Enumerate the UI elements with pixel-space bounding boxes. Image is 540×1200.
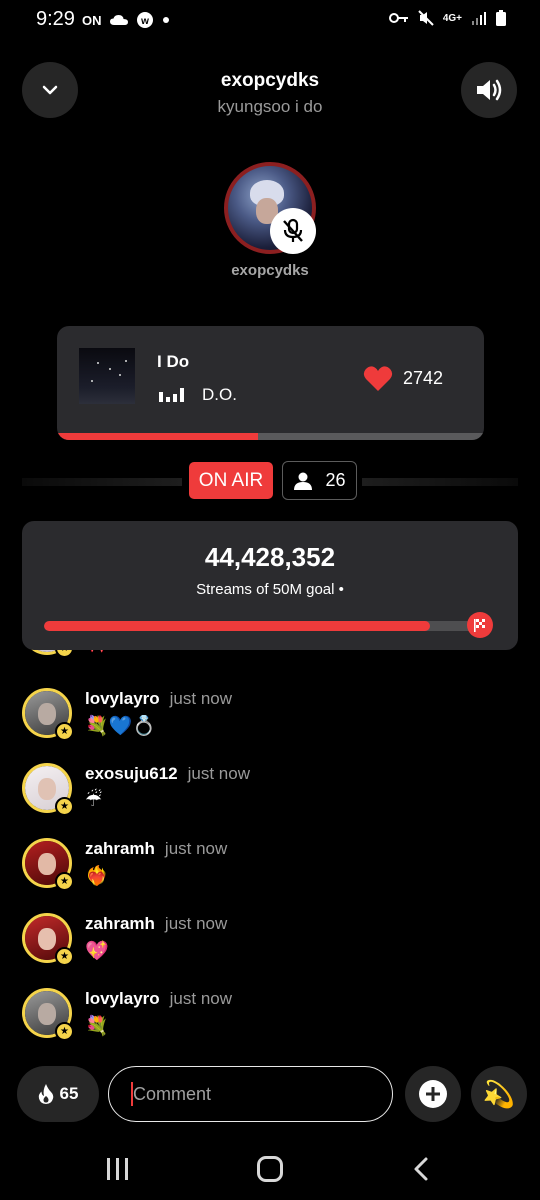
battery-icon <box>496 10 506 26</box>
comment-item: ★ lovylayro just now 💐 <box>0 988 540 1060</box>
recents-icon[interactable] <box>107 1158 128 1180</box>
comment-time: just now <box>169 689 233 708</box>
room-subtitle: kyungsoo i do <box>217 97 323 116</box>
track-progress-bar[interactable] <box>57 433 484 440</box>
on-indicator: ON <box>82 12 102 28</box>
comment-author: zahramh just now <box>85 839 227 859</box>
comment-item: ★ lovylayro just now 💐💙💍 <box>0 688 540 763</box>
finish-flag-icon <box>467 612 493 638</box>
comment-feed[interactable]: ★ 🎀 ★ lovylayrojust now 💐💙💍 ★ exosuju612… <box>0 620 540 1060</box>
cloud-icon <box>109 15 128 25</box>
fire-button[interactable]: 65 <box>17 1066 99 1122</box>
star-badge-icon: ★ <box>55 872 74 891</box>
heart-icon[interactable] <box>363 365 393 392</box>
host-name: exopcydks <box>231 262 309 279</box>
like-count: 2742 <box>403 368 444 388</box>
network-label: 4G+ <box>442 12 462 24</box>
now-playing-card[interactable]: I Do D.O. 2742 <box>57 326 484 440</box>
sparkle-button[interactable]: 💫 <box>471 1066 527 1122</box>
divider-right <box>362 478 518 486</box>
goal-progress-bar <box>44 621 478 631</box>
signal-icon <box>472 12 486 25</box>
mute-icon <box>418 10 434 26</box>
sparkle-icon: 💫 <box>482 1078 516 1109</box>
room-title: exopcydks <box>220 70 320 91</box>
listener-count: 26 <box>325 470 346 490</box>
star-badge-icon: ★ <box>55 947 74 966</box>
comment-input[interactable] <box>108 1066 393 1122</box>
comment-username[interactable]: exosuju612 <box>85 764 178 783</box>
status-bar: 9:29 ON w 4G+ <box>0 0 540 40</box>
goal-progress-fill <box>44 621 430 631</box>
comment-message: 💐💙💍 <box>85 716 156 737</box>
comment-author: exosuju612 just now <box>85 764 250 784</box>
plus-icon <box>419 1080 447 1108</box>
comment-time: just now <box>169 989 233 1008</box>
text-caret <box>131 1082 133 1106</box>
status-time: 9:29 <box>36 8 75 30</box>
equalizer-icon <box>159 388 184 402</box>
stream-goal-card: 44,428,352 Streams of 50M goal • <box>22 521 518 650</box>
comment-username[interactable]: zahramh <box>85 914 155 933</box>
comment-item: ★ zahramh just now 💖 <box>0 913 540 988</box>
status-right-icons: 4G+ <box>388 10 506 26</box>
on-air-badge: ON AIR <box>189 462 273 499</box>
home-icon[interactable] <box>257 1156 283 1182</box>
comment-item: ★ exosuju612 just now ☔ <box>0 763 540 838</box>
comment-author: lovylayro just now <box>85 989 232 1009</box>
comment-time: just now <box>164 914 228 933</box>
track-artist: D.O. <box>202 385 237 404</box>
stream-count: 44,428,352 <box>204 542 336 572</box>
comment-author: zahramh just now <box>85 914 227 934</box>
track-progress-fill <box>57 433 258 440</box>
mic-off-icon <box>283 218 303 242</box>
fire-count: 65 <box>59 1084 79 1103</box>
mic-muted-badge <box>270 208 316 254</box>
add-button[interactable] <box>405 1066 461 1122</box>
comment-message: 💖 <box>85 941 109 962</box>
comment-username[interactable]: lovylayro <box>85 989 160 1008</box>
star-badge-icon: ★ <box>55 797 74 816</box>
comment-message: ❤️‍🔥 <box>85 866 109 887</box>
track-title: I Do <box>157 352 190 371</box>
comment-username[interactable]: lovylayro <box>85 689 160 708</box>
comment-message: 💐 <box>85 1016 109 1037</box>
divider-left <box>22 478 182 486</box>
goal-label: Streams of 50M goal • <box>196 581 344 598</box>
comment-username[interactable]: zahramh <box>85 839 155 858</box>
app-badge-icon: w <box>136 12 153 28</box>
back-icon[interactable] <box>412 1156 430 1182</box>
album-art <box>79 348 135 404</box>
key-icon <box>388 13 408 23</box>
comment-item: ★ zahramh just now ❤️‍🔥 <box>0 838 540 913</box>
comment-time: just now <box>164 839 228 858</box>
dot-icon <box>162 17 169 23</box>
star-badge-icon: ★ <box>55 1022 74 1041</box>
speaker-icon <box>477 79 502 101</box>
comment-author: lovylayro just now <box>85 689 232 709</box>
star-badge-icon: ★ <box>55 722 74 741</box>
system-nav-bar <box>0 1140 540 1200</box>
status-left-icons: ON w <box>82 11 170 29</box>
volume-button[interactable] <box>461 62 517 118</box>
listener-count-pill[interactable]: 26 <box>282 461 357 500</box>
comment-time: just now <box>187 764 250 783</box>
fire-icon <box>38 1084 53 1104</box>
person-icon <box>294 472 313 490</box>
comment-message: ☔ <box>85 790 103 811</box>
svg-text:w: w <box>140 16 149 27</box>
